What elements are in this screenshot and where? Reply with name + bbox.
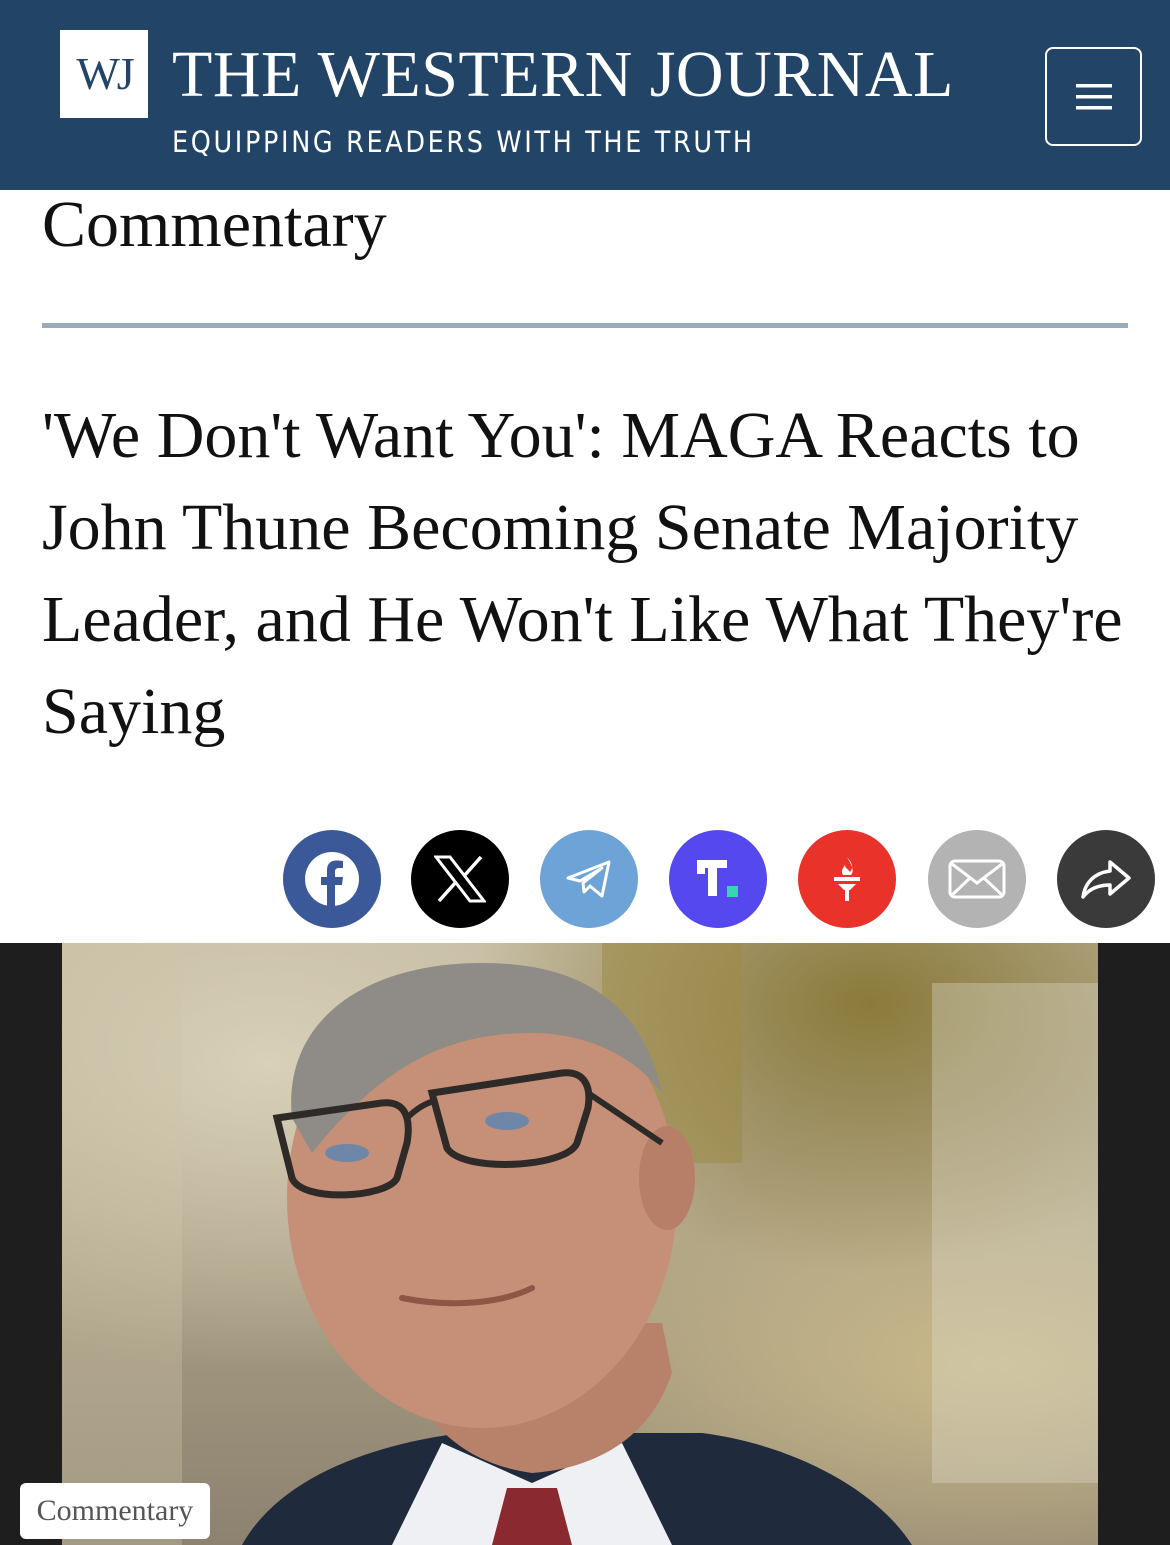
- more-share-button[interactable]: [1057, 830, 1155, 928]
- telegram-icon: [566, 860, 611, 898]
- article-photo[interactable]: [0, 943, 1170, 1545]
- site-logo[interactable]: WJ: [60, 30, 148, 118]
- image-category-badge[interactable]: Commentary: [20, 1483, 210, 1539]
- truth-social-share-button[interactable]: [669, 830, 767, 928]
- section-label[interactable]: Commentary: [42, 192, 387, 258]
- photo-frame: [62, 943, 1098, 1545]
- gettr-share-button[interactable]: [798, 830, 896, 928]
- truth-social-icon: [697, 860, 738, 897]
- email-share-button[interactable]: [928, 830, 1026, 928]
- portrait-illustration: [62, 943, 1098, 1545]
- menu-button[interactable]: [1045, 47, 1142, 146]
- facebook-icon: [305, 852, 359, 908]
- site-header: WJ THE WESTERN JOURNAL EQUIPPING READERS…: [0, 0, 1170, 190]
- section-divider: [42, 323, 1128, 328]
- article-headline: 'We Don't Want You': MAGA Reacts to John…: [42, 399, 1123, 748]
- x-share-button[interactable]: [411, 830, 509, 928]
- facebook-share-button[interactable]: [283, 830, 381, 928]
- email-icon: [948, 859, 1006, 899]
- hamburger-menu-icon: [1075, 83, 1112, 109]
- share-icon: [1081, 860, 1131, 899]
- brand-name[interactable]: THE WESTERN JOURNAL: [172, 42, 954, 108]
- x-icon: [434, 855, 486, 903]
- tagline: EQUIPPING READERS WITH THE TRUTH: [172, 125, 755, 159]
- telegram-share-button[interactable]: [540, 830, 638, 928]
- gettr-icon: [834, 857, 860, 901]
- logo-text: WJ: [76, 48, 134, 99]
